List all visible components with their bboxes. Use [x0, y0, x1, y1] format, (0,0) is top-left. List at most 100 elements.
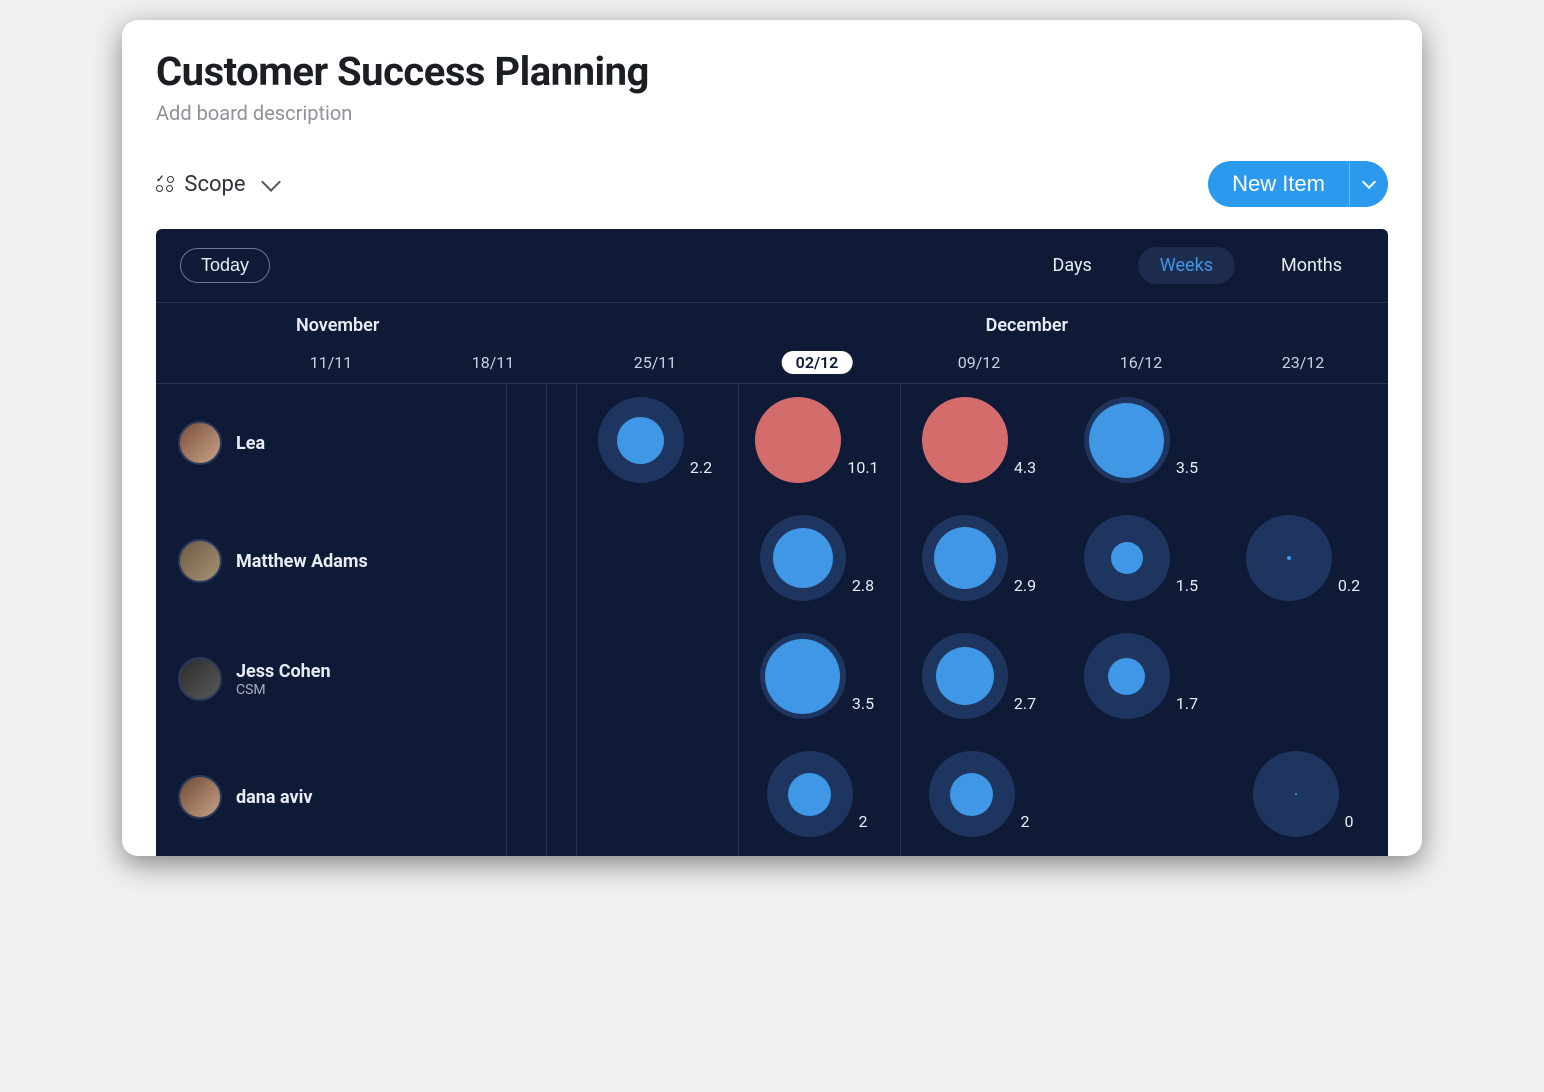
workload-bubble[interactable]: 1.5	[1061, 515, 1221, 601]
scope-icon: ✓	[156, 176, 174, 192]
board-card: Customer Success Planning Add board desc…	[122, 20, 1422, 856]
bubble-outer	[760, 633, 846, 719]
workload-bubble[interactable]: 3.5	[737, 633, 897, 719]
bubble-inner	[1108, 658, 1145, 695]
avatar	[178, 657, 222, 701]
bubble-inner	[1111, 542, 1143, 574]
person-cell[interactable]: Lea	[156, 421, 506, 465]
range-days[interactable]: Days	[1031, 247, 1114, 284]
bubble-inner	[934, 527, 996, 589]
person-cell[interactable]: dana aviv	[156, 775, 506, 819]
bubble-outer	[1084, 397, 1170, 483]
board-toolbar: ✓ Scope New Item	[122, 143, 1422, 229]
bubble-inner	[617, 417, 664, 464]
bubble-outer	[760, 515, 846, 601]
bubble-outer	[1253, 751, 1339, 837]
timeline-date[interactable]: 16/12	[1106, 351, 1177, 374]
timeline-date[interactable]: 23/12	[1268, 351, 1339, 374]
workload-bubble[interactable]: 4.3	[899, 397, 1059, 483]
chevron-down-icon	[261, 172, 281, 192]
bubble-value: 3.5	[1176, 458, 1198, 477]
bubble-value: 3.5	[852, 694, 874, 713]
range-switch: Days Weeks Months	[1031, 247, 1365, 284]
workload-bubble[interactable]: 1.7	[1061, 633, 1221, 719]
scope-label: Scope	[184, 172, 245, 197]
workload-panel: Today Days Weeks Months November Decembe…	[156, 229, 1388, 856]
board-title: Customer Success Planning	[156, 48, 1388, 95]
timeline-dates: 11/11 18/11 25/11 02/12 09/12 16/12 23/12	[156, 343, 1388, 383]
bubble-inner	[922, 397, 1008, 483]
bubble-inner	[1089, 403, 1164, 478]
new-item-button[interactable]: New Item	[1208, 161, 1349, 207]
person-cell[interactable]: Jess CohenCSM	[156, 657, 506, 701]
today-button[interactable]: Today	[180, 248, 270, 283]
timeline-date[interactable]: 11/11	[296, 351, 367, 374]
bubble-outer	[1084, 515, 1170, 601]
panel-top: Today Days Weeks Months	[156, 229, 1388, 303]
workload-grid: Lea 2.2 10.1 4.3 3.5 Matthew Adams 2.8 2.9 1.5 0.…	[156, 384, 1388, 856]
workload-row: Lea 2.2 10.1 4.3 3.5	[156, 384, 1388, 502]
workload-bubble[interactable]: 0.2	[1223, 515, 1383, 601]
bubble-inner	[950, 773, 993, 816]
bubble-inner	[1295, 793, 1297, 795]
chevron-down-icon	[1362, 175, 1376, 189]
bubble-inner	[936, 647, 994, 705]
person-cell[interactable]: Matthew Adams	[156, 539, 506, 583]
bubble-outer	[929, 751, 1015, 837]
board-subtitle[interactable]: Add board description	[156, 101, 1388, 125]
bubble-outer	[767, 751, 853, 837]
workload-row: Jess CohenCSM 3.5 2.7 1.7	[156, 620, 1388, 738]
timeline-date[interactable]: 18/11	[458, 351, 529, 374]
workload-bubble[interactable]: 2.9	[899, 515, 1059, 601]
workload-bubble[interactable]: 0	[1223, 751, 1383, 837]
workload-bubble[interactable]: 2	[899, 751, 1059, 837]
workload-bubble[interactable]: 10.1	[737, 397, 897, 483]
avatar	[178, 539, 222, 583]
range-months[interactable]: Months	[1259, 247, 1364, 284]
month-label-right: December	[986, 315, 1068, 336]
person-name: Jess Cohen	[236, 661, 331, 682]
timeline-date[interactable]: 09/12	[944, 351, 1015, 374]
workload-row: Matthew Adams 2.8 2.9 1.5 0.2	[156, 502, 1388, 620]
bubble-inner	[755, 397, 841, 483]
new-item-dropdown[interactable]	[1349, 161, 1388, 207]
bubble-outer	[598, 397, 684, 483]
timeline-header: November December 11/11 18/11 25/11 02/12 09…	[156, 303, 1388, 384]
bubble-inner	[773, 528, 833, 588]
workload-bubble[interactable]: 2	[737, 751, 897, 837]
bubble-value: 2.8	[852, 576, 874, 595]
bubble-inner	[765, 639, 840, 714]
bubble-inner	[1287, 556, 1291, 560]
timeline-date[interactable]: 02/12	[782, 351, 853, 374]
board-header: Customer Success Planning Add board desc…	[122, 20, 1422, 143]
bubble-value: 0.2	[1338, 576, 1360, 595]
bubble-value: 2	[1021, 812, 1030, 831]
bubble-value: 2.7	[1014, 694, 1036, 713]
bubble-outer	[922, 515, 1008, 601]
timeline-months: November December	[156, 303, 1388, 343]
bubble-outer	[922, 633, 1008, 719]
bubble-value: 0	[1345, 812, 1354, 831]
bubble-outer	[1084, 633, 1170, 719]
workload-bubble[interactable]: 2.7	[899, 633, 1059, 719]
workload-bubble[interactable]: 2.2	[575, 397, 735, 483]
bubble-outer	[1246, 515, 1332, 601]
workload-bubble[interactable]: 3.5	[1061, 397, 1221, 483]
bubble-inner	[788, 773, 831, 816]
avatar	[178, 421, 222, 465]
scope-dropdown[interactable]: ✓ Scope	[156, 172, 278, 197]
person-name: Lea	[236, 433, 265, 454]
bubble-value: 1.5	[1176, 576, 1198, 595]
range-weeks[interactable]: Weeks	[1138, 247, 1235, 284]
bubble-value: 2.2	[690, 458, 712, 477]
person-name: Matthew Adams	[236, 551, 368, 572]
bubble-value: 2	[859, 812, 868, 831]
bubble-value: 2.9	[1014, 576, 1036, 595]
workload-bubble[interactable]: 2.8	[737, 515, 897, 601]
bubble-value: 4.3	[1014, 458, 1036, 477]
month-label-left: November	[296, 315, 379, 336]
bubble-value: 10.1	[847, 458, 878, 477]
bubble-value: 1.7	[1176, 694, 1198, 713]
workload-row: dana aviv 2 2 0	[156, 738, 1388, 856]
timeline-date[interactable]: 25/11	[620, 351, 691, 374]
